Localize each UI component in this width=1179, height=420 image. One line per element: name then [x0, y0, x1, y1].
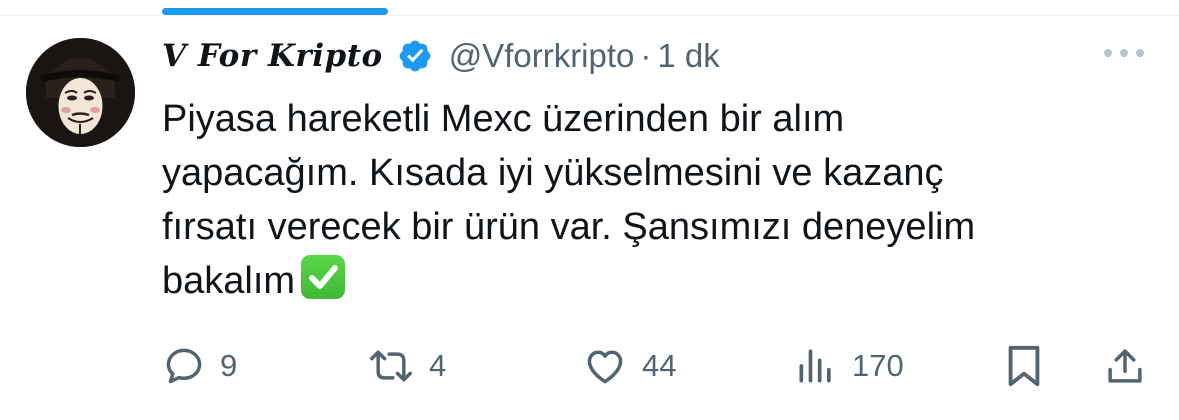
timestamp[interactable]: 1 dk	[657, 37, 719, 75]
repost-count: 4	[429, 348, 447, 383]
tweet-actions: 9 4 44 170	[162, 340, 1152, 392]
views-icon	[794, 344, 838, 388]
like-count: 44	[642, 348, 677, 383]
active-tab-indicator	[162, 8, 388, 15]
divider	[0, 15, 1179, 16]
views-count: 170	[852, 348, 904, 383]
bookmark-button[interactable]	[1004, 340, 1044, 392]
repost-icon	[367, 344, 415, 388]
separator-dot: ·	[640, 37, 652, 74]
like-icon	[582, 344, 628, 388]
tweet-text: Piyasa hareketli Mexc üzerinden bir alım…	[162, 92, 1152, 308]
reply-button[interactable]: 9	[162, 340, 237, 392]
avatar[interactable]	[26, 38, 135, 147]
like-button[interactable]: 44	[582, 340, 676, 392]
white-check-mark-emoji	[301, 255, 346, 299]
tweet-body: Piyasa hareketli Mexc üzerinden bir alım…	[162, 98, 976, 302]
tweet-header: V For Kripto @Vforrkripto · 1 dk	[162, 30, 720, 82]
more-options-icon[interactable]	[1100, 45, 1148, 61]
verified-badge-icon	[397, 38, 433, 74]
share-button[interactable]	[1104, 340, 1146, 392]
repost-button[interactable]: 4	[367, 340, 446, 392]
share-icon	[1104, 344, 1146, 388]
reply-count: 9	[220, 348, 238, 383]
bookmark-icon	[1004, 343, 1044, 389]
display-name[interactable]: V For Kripto	[162, 38, 383, 74]
handle[interactable]: @Vforrkripto	[449, 37, 635, 75]
views-button[interactable]: 170	[794, 340, 904, 392]
reply-icon	[162, 344, 206, 388]
